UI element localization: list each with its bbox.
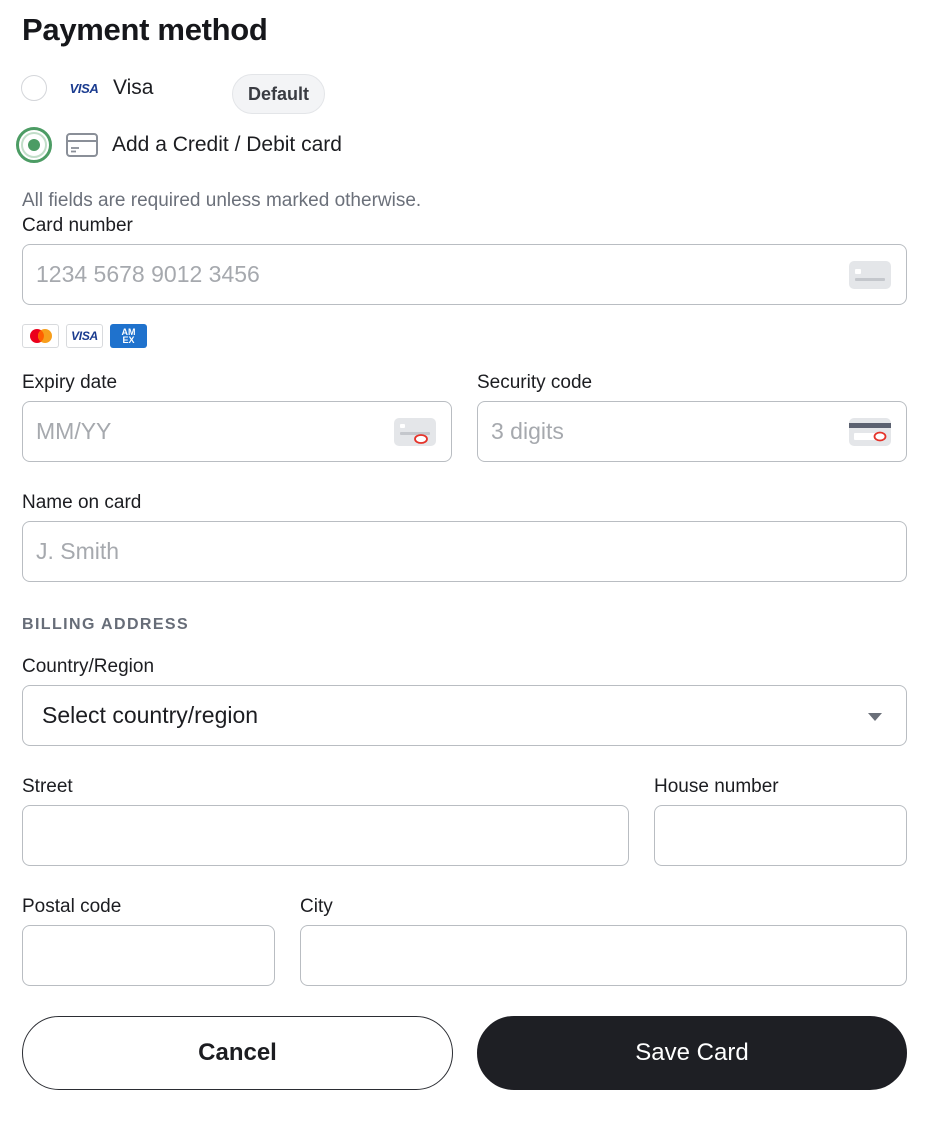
visa-icon: VISA	[66, 324, 103, 348]
city-label: City	[300, 896, 333, 917]
visa-option-label: Visa	[113, 76, 154, 99]
card-number-input[interactable]: 1234 5678 9012 3456	[22, 244, 907, 305]
postal-code-label: Postal code	[22, 896, 122, 917]
card-number-label: Card number	[22, 215, 133, 236]
add-card-option-label: Add a Credit / Debit card	[112, 133, 342, 156]
expiry-date-placeholder: MM/YY	[36, 418, 112, 444]
street-label: Street	[22, 776, 73, 797]
required-fields-hint: All fields are required unless marked ot…	[22, 190, 422, 211]
security-code-placeholder: 3 digits	[491, 418, 564, 444]
billing-address-heading: BILLING ADDRESS	[22, 616, 190, 633]
security-code-input[interactable]: 3 digits	[477, 401, 907, 462]
card-number-placeholder: 1234 5678 9012 3456	[36, 261, 260, 287]
visa-logo-icon: VISA	[69, 80, 99, 96]
name-on-card-placeholder: J. Smith	[36, 538, 120, 564]
payment-option-add-card[interactable]: Add a Credit / Debit card	[16, 127, 342, 163]
house-number-label: House number	[654, 776, 779, 797]
save-card-button[interactable]: Save Card	[477, 1016, 907, 1090]
name-on-card-input[interactable]: J. Smith	[22, 521, 907, 582]
default-badge: Default	[232, 74, 325, 114]
security-code-label: Security code	[477, 372, 593, 393]
accepted-card-brands: VISA AM EX	[22, 324, 147, 348]
credit-card-icon	[66, 127, 100, 163]
payment-option-visa[interactable]: VISA Visa	[16, 75, 153, 101]
country-region-label: Country/Region	[22, 656, 155, 677]
city-input[interactable]	[300, 925, 907, 986]
name-on-card-label: Name on card	[22, 492, 142, 513]
page-title: Payment method	[22, 12, 268, 47]
expiry-date-label: Expiry date	[22, 372, 118, 393]
mastercard-icon	[22, 324, 59, 348]
add-card-radio[interactable]	[16, 127, 52, 163]
cancel-button[interactable]: Cancel	[22, 1016, 453, 1090]
card-cvc-icon	[849, 417, 891, 446]
street-input[interactable]	[22, 805, 629, 866]
card-expiry-icon	[394, 417, 436, 446]
country-region-select[interactable]: Select country/region	[22, 685, 907, 746]
postal-code-input[interactable]	[22, 925, 275, 986]
visa-radio[interactable]	[21, 75, 47, 101]
card-number-icon	[849, 260, 891, 289]
house-number-input[interactable]	[654, 805, 907, 866]
amex-icon: AM EX	[110, 324, 147, 348]
expiry-date-input[interactable]: MM/YY	[22, 401, 452, 462]
country-region-value: Select country/region	[42, 702, 259, 728]
dropdown-caret-icon	[868, 713, 882, 721]
